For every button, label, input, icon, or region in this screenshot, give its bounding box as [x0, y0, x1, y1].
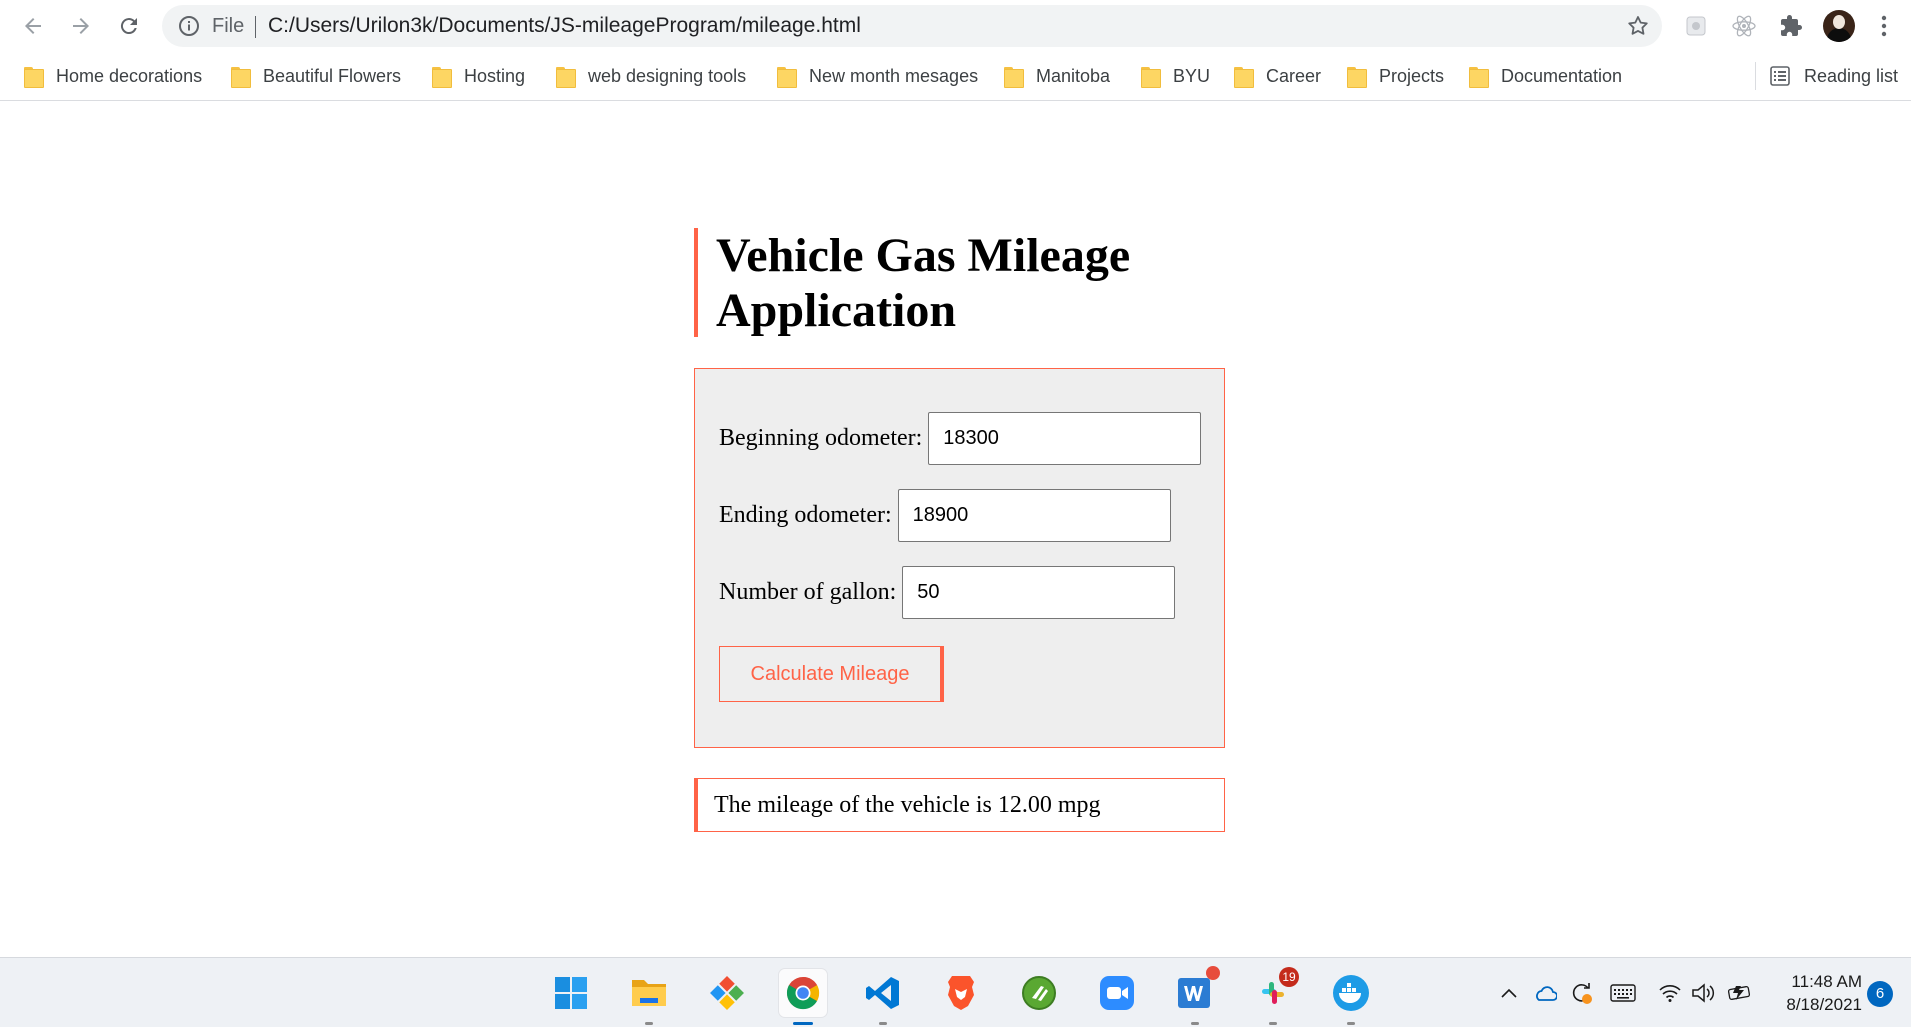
site-info-icon[interactable]	[178, 15, 200, 37]
battery-icon[interactable]	[1727, 980, 1753, 1006]
running-indicator	[1347, 1022, 1355, 1025]
ending-odometer-label: Ending odometer:	[719, 502, 892, 528]
puzzle-extensions-icon[interactable]	[1777, 12, 1805, 40]
more-menu-icon[interactable]	[1870, 12, 1898, 40]
reading-list-icon	[1770, 66, 1790, 86]
gallons-row: Number of gallon:	[719, 566, 1176, 619]
app-icon[interactable]	[1015, 969, 1063, 1017]
brave-icon[interactable]	[937, 969, 985, 1017]
system-clock[interactable]: 11:48 AM 8/18/2021	[1776, 970, 1862, 1016]
title-block: Vehicle Gas Mileage Application	[694, 228, 1156, 337]
docker-icon[interactable]	[1327, 969, 1375, 1025]
word-notification-badge	[1206, 966, 1220, 980]
folder-icon	[1234, 66, 1254, 88]
bookmark-projects[interactable]: Projects	[1347, 62, 1444, 90]
wifi-icon[interactable]	[1657, 980, 1683, 1006]
slack-icon[interactable]: 19	[1249, 967, 1299, 1025]
vscode-icon[interactable]	[859, 969, 907, 1025]
folder-icon	[24, 66, 44, 88]
running-indicator	[879, 1022, 887, 1025]
bookmark-home-decorations[interactable]: Home decorations	[24, 62, 202, 90]
clock-date: 8/18/2021	[1786, 995, 1862, 1014]
running-indicator	[1191, 1022, 1199, 1025]
ending-odometer-input[interactable]	[897, 489, 1171, 542]
reload-icon[interactable]	[111, 8, 147, 44]
folder-icon	[1004, 66, 1024, 88]
bookmarks-divider	[1755, 62, 1756, 90]
folder-icon	[556, 66, 576, 88]
bookmark-star-icon[interactable]	[1626, 14, 1650, 38]
back-arrow-icon[interactable]	[15, 8, 51, 44]
folder-icon	[1141, 66, 1161, 88]
reading-list-label: Reading list	[1804, 65, 1899, 86]
bookmark-label: Home decorations	[56, 65, 203, 86]
bookmark-label: Projects	[1379, 65, 1445, 86]
show-hidden-icons-chevron-up-icon[interactable]	[1496, 980, 1522, 1006]
volume-icon[interactable]	[1691, 980, 1717, 1006]
notification-count-badge[interactable]: 6	[1867, 981, 1893, 1007]
active-indicator	[793, 1022, 813, 1025]
bookmark-label: BYU	[1173, 65, 1211, 86]
bookmark-career[interactable]: Career	[1234, 62, 1321, 90]
bookmark-new-month-mesages[interactable]: New month mesages	[777, 62, 978, 90]
page-title: Vehicle Gas Mileage Application	[716, 229, 1131, 337]
calculate-mileage-button[interactable]: Calculate Mileage	[719, 646, 944, 702]
running-indicator	[1269, 1022, 1277, 1025]
reading-list-button[interactable]: Reading list	[1770, 62, 1898, 90]
browser-toolbar: File C:/Users/Urilon3k/Documents/JS-mile…	[0, 0, 1911, 52]
extension-icon[interactable]	[1682, 12, 1710, 40]
touch-keyboard-icon[interactable]	[1610, 980, 1636, 1006]
beginning-odometer-row: Beginning odometer:	[719, 412, 1202, 465]
bookmark-label: Career	[1266, 65, 1322, 86]
bookmark-hosting[interactable]: Hosting	[432, 62, 525, 90]
chrome-icon[interactable]	[779, 969, 827, 1025]
url-scheme-label: File	[212, 15, 245, 37]
gallons-input[interactable]	[902, 566, 1176, 619]
file-explorer-icon[interactable]	[625, 969, 673, 1025]
bookmark-byu[interactable]: BYU	[1141, 62, 1210, 90]
bookmark-web-designing-tools[interactable]: web designing tools	[556, 62, 746, 90]
folder-icon	[432, 66, 452, 88]
running-indicator	[645, 1022, 653, 1025]
bookmarks-bar: Home decorations Beautiful Flowers Hosti…	[0, 52, 1911, 101]
git-icon[interactable]	[703, 969, 751, 1017]
result-output: The mileage of the vehicle is 12.00 mpg	[694, 778, 1225, 832]
bookmark-label: Manitoba	[1036, 65, 1111, 86]
bookmark-label: Hosting	[464, 65, 526, 86]
ending-odometer-row: Ending odometer:	[719, 489, 1171, 542]
bookmark-beautiful-flowers[interactable]: Beautiful Flowers	[231, 62, 401, 90]
windows-taskbar: 19 11:48 AM 8/18/2021 6	[0, 957, 1911, 1027]
word-icon[interactable]	[1171, 966, 1220, 1025]
address-bar[interactable]: File C:/Users/Urilon3k/Documents/JS-mile…	[162, 5, 1662, 47]
slack-unread-badge: 19	[1279, 967, 1299, 987]
forward-arrow-icon[interactable]	[63, 8, 99, 44]
mileage-form: Beginning odometer: Ending odometer: Num…	[694, 368, 1225, 748]
folder-icon	[1347, 66, 1367, 88]
url-separator	[255, 16, 256, 38]
folder-icon	[231, 66, 251, 88]
bookmark-label: Documentation	[1501, 65, 1623, 86]
bookmark-label: New month mesages	[809, 65, 979, 86]
onedrive-cloud-icon[interactable]	[1532, 980, 1558, 1006]
sync-status-icon[interactable]	[1568, 980, 1594, 1006]
bookmark-manitoba[interactable]: Manitoba	[1004, 62, 1110, 90]
bookmark-label: Beautiful Flowers	[263, 65, 402, 86]
zoom-icon[interactable]	[1093, 969, 1141, 1017]
react-devtools-icon[interactable]	[1730, 12, 1758, 40]
profile-avatar[interactable]	[1823, 10, 1855, 42]
url-text[interactable]: C:/Users/Urilon3k/Documents/JS-mileagePr…	[268, 14, 861, 38]
gallons-label: Number of gallon:	[719, 579, 897, 605]
windows-start-icon[interactable]	[547, 969, 595, 1017]
beginning-odometer-input[interactable]	[928, 412, 1202, 465]
folder-icon	[1469, 66, 1489, 88]
clock-time: 11:48 AM	[1791, 972, 1862, 991]
bookmark-label: web designing tools	[588, 65, 747, 86]
bookmark-documentation[interactable]: Documentation	[1469, 62, 1622, 90]
beginning-odometer-label: Beginning odometer:	[719, 425, 923, 451]
folder-icon	[777, 66, 797, 88]
